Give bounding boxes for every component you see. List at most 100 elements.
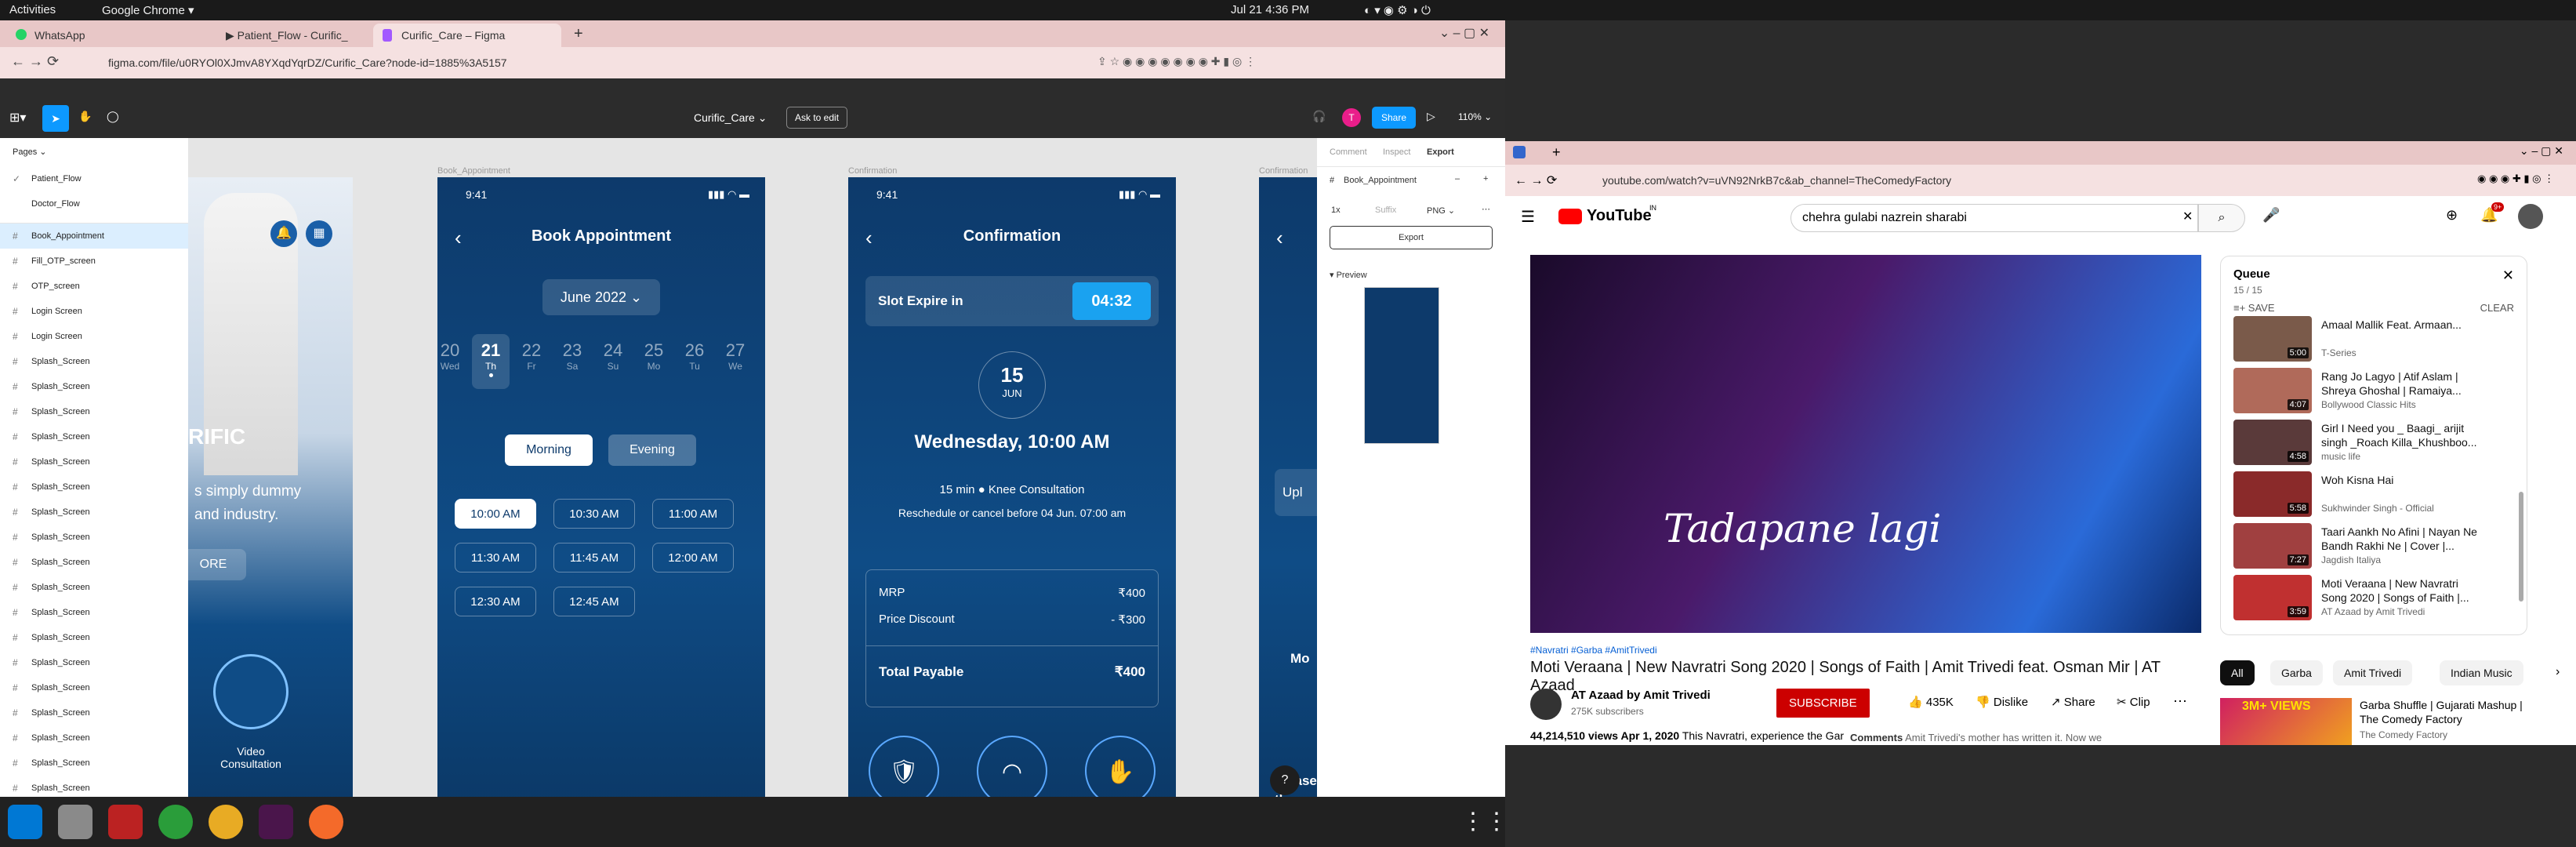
- layer-item[interactable]: # Splash_Screen: [0, 650, 188, 675]
- pages-header[interactable]: Pages ⌄: [0, 138, 188, 166]
- avatar[interactable]: T: [1342, 108, 1361, 127]
- tab-icon[interactable]: [1513, 146, 1526, 158]
- day-item[interactable]: 25 Mo: [635, 334, 673, 389]
- upload-card[interactable]: Upl: [1275, 469, 1317, 516]
- queue-item[interactable]: 5:00 Amaal Mallik Feat. Armaan... T-Series: [2221, 313, 2519, 365]
- time-slot[interactable]: 11:45 AM: [553, 543, 635, 573]
- tab-figma[interactable]: Curific_Care – Figma: [373, 24, 561, 47]
- slack-icon[interactable]: [259, 805, 293, 839]
- layer-item[interactable]: # Splash_Screen: [0, 525, 188, 550]
- chip-garba[interactable]: Garba: [2270, 660, 2323, 685]
- window-controls[interactable]: ⌄ – ▢ ✕: [1439, 25, 1489, 41]
- layer-item[interactable]: # Splash_Screen: [0, 625, 188, 650]
- time-slot[interactable]: 12:45 AM: [553, 587, 635, 616]
- layer-item[interactable]: # Splash_Screen: [0, 550, 188, 575]
- close-icon[interactable]: ✕: [2502, 267, 2514, 284]
- ask-to-edit-button[interactable]: Ask to edit: [786, 107, 848, 129]
- terminal-icon[interactable]: [108, 805, 143, 839]
- tab-comment[interactable]: Comment: [1330, 147, 1367, 157]
- present-icon[interactable]: ▷: [1427, 110, 1435, 123]
- nav-buttons[interactable]: ← → ⟳: [11, 53, 59, 70]
- recommendation-card[interactable]: 3M+ VIEWS Garba Shuffle | Gujarati Mashu…: [2220, 698, 2527, 745]
- time-slot[interactable]: 10:30 AM: [553, 499, 635, 529]
- extension-icons[interactable]: ⇪ ☆ ◉ ◉ ◉ ◉ ◉ ◉ ◉ ✚ ▮ ◎ ⋮: [1098, 55, 1256, 68]
- frame-book-appointment[interactable]: 9:41 ▮▮▮ ◠ ▬ ‹ Book Appointment June 202…: [437, 177, 765, 817]
- minus-icon[interactable]: –: [1455, 174, 1460, 184]
- time-slot[interactable]: 10:00 AM: [455, 499, 536, 529]
- layer-item[interactable]: # Splash_Screen: [0, 700, 188, 725]
- bell-icon[interactable]: 🔔: [270, 220, 297, 247]
- more-icon[interactable]: ⋯: [1482, 204, 1490, 214]
- new-tab-button[interactable]: +: [574, 25, 583, 43]
- time-slot[interactable]: 11:00 AM: [652, 499, 734, 529]
- frame-next[interactable]: ‹ Upl Mo Please thera: [1259, 177, 1317, 817]
- comment-tool-icon[interactable]: ◯: [107, 110, 119, 123]
- layer-item[interactable]: # Login Screen: [0, 324, 188, 349]
- postman-icon[interactable]: [309, 805, 343, 839]
- url-field[interactable]: youtube.com/watch?v=uVN92NrkB7c&ab_chann…: [1591, 169, 2469, 191]
- layer-item[interactable]: # Splash_Screen: [0, 575, 188, 600]
- day-item[interactable]: 20 Wed: [437, 334, 469, 389]
- chip-all[interactable]: All: [2220, 660, 2255, 685]
- hashtags[interactable]: #Navratri #Garba #AmitTrivedi: [1530, 645, 1657, 656]
- nav-buttons[interactable]: ← → ⟳: [1515, 173, 1557, 188]
- queue-scrollbar[interactable]: [2519, 492, 2523, 602]
- files-icon[interactable]: [58, 805, 93, 839]
- youtube-logo[interactable]: YouTube: [1587, 207, 1652, 225]
- layer-item[interactable]: # Splash_Screen: [0, 399, 188, 424]
- queue-item[interactable]: 4:58 Girl I Need you _ Baagi_ arijit sing…: [2221, 416, 2519, 468]
- day-item[interactable]: 23 Sa: [553, 334, 591, 389]
- time-slot[interactable]: 12:00 AM: [652, 543, 734, 573]
- system-tray-icons[interactable]: ◐ ▾ ◉ ⚙ ◑ ⏻: [1364, 3, 1431, 17]
- more-button[interactable]: ORE: [188, 549, 246, 580]
- share-button[interactable]: Share: [1372, 107, 1417, 129]
- layer-item[interactable]: # Splash_Screen: [0, 500, 188, 525]
- queue-item[interactable]: 7:27 Taari Aankh No Afini | Nayan Ne Band…: [2221, 520, 2519, 572]
- tab-export[interactable]: Export: [1427, 147, 1454, 157]
- wifi-icon[interactable]: ◠: [977, 736, 1047, 806]
- video-icon[interactable]: [213, 654, 288, 729]
- figma-canvas[interactable]: 🔔 ▦ RIFIC s simply dummy and industry. O…: [188, 138, 1317, 817]
- mic-icon[interactable]: 🎤: [2262, 207, 2280, 224]
- avatar[interactable]: [2518, 204, 2543, 229]
- plus-icon[interactable]: +: [1483, 174, 1488, 184]
- file-title[interactable]: Curific_Care ⌄: [694, 111, 767, 125]
- move-tool-icon[interactable]: ➤: [42, 105, 69, 132]
- layer-item[interactable]: # Splash_Screen: [0, 675, 188, 700]
- figma-menu-icon[interactable]: ⊞▾: [9, 110, 26, 125]
- clock[interactable]: Jul 21 4:36 PM: [1231, 3, 1309, 16]
- layer-item[interactable]: # Splash_Screen: [0, 424, 188, 449]
- vscode-icon[interactable]: [8, 805, 42, 839]
- day-item[interactable]: 22 Fr: [513, 334, 550, 389]
- layer-item[interactable]: # Splash_Screen: [0, 449, 188, 474]
- day-item[interactable]: 26 Tu: [676, 334, 713, 389]
- tab-evening[interactable]: Evening: [608, 434, 696, 466]
- month-selector[interactable]: June 2022 ⌄: [542, 279, 660, 315]
- new-tab-button[interactable]: +: [1552, 144, 1561, 161]
- comments-preview[interactable]: Comments Amit Trivedi's mother has writt…: [1850, 732, 2201, 745]
- tab-patient-flow[interactable]: ▶ Patient_Flow - Curific_: [198, 24, 370, 47]
- shield-icon[interactable]: 🛡: [869, 736, 939, 806]
- chip-amit-trivedi[interactable]: Amit Trivedi: [2333, 660, 2413, 685]
- queue-item[interactable]: 5:58 Woh Kisna Hai Sukhwinder Singh - Offi…: [2221, 468, 2519, 520]
- layer-item[interactable]: # Splash_Screen: [0, 600, 188, 625]
- chrome-icon[interactable]: [209, 805, 243, 839]
- search-input[interactable]: chehra gulabi nazrein sharabi: [1791, 204, 2198, 232]
- url-field[interactable]: figma.com/file/u0RYOl0XJmvA8YXqdYqrDZ/Cu…: [97, 51, 1077, 75]
- hand-tool-icon[interactable]: ✋: [78, 110, 92, 123]
- hand-icon[interactable]: ✋: [1085, 736, 1156, 806]
- clear-queue-button[interactable]: CLEAR: [2480, 302, 2514, 314]
- chevron-right-icon[interactable]: ›: [2556, 665, 2560, 679]
- layer-item[interactable]: # Splash_Screen: [0, 474, 188, 500]
- create-icon[interactable]: ⊕: [2446, 207, 2458, 224]
- tab-morning[interactable]: Morning: [505, 434, 593, 466]
- chip-indian-music[interactable]: Indian Music: [2440, 660, 2523, 685]
- share-button[interactable]: ↗ Share: [2051, 695, 2095, 709]
- layer-item[interactable]: # Book_Appointment: [0, 224, 188, 249]
- menu-icon[interactable]: ☰: [1521, 207, 1535, 227]
- back-arrow-icon[interactable]: ‹: [1276, 226, 1283, 250]
- mongodb-icon[interactable]: [158, 805, 193, 839]
- queue-item[interactable]: 3:59 Moti Veraana | New Navratri Song 202…: [2221, 572, 2519, 623]
- search-icon[interactable]: ⌕: [2198, 204, 2245, 232]
- time-slot[interactable]: 11:30 AM: [455, 543, 536, 573]
